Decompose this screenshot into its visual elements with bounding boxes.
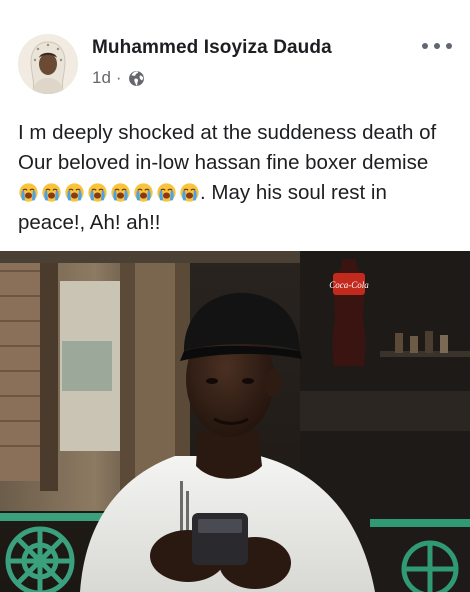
- loudly-crying-face-emoji: [88, 183, 107, 202]
- facebook-post: Muhammed Isoyiza Dauda 1d · I m deeply s…: [0, 0, 470, 592]
- author-avatar[interactable]: [18, 34, 78, 94]
- post-message: I m deeply shocked at the suddeness deat…: [18, 118, 458, 238]
- globe-icon[interactable]: [128, 70, 145, 87]
- loudly-crying-face-emoji: [180, 183, 199, 202]
- photo-image: Coca-Cola: [0, 251, 470, 592]
- loudly-crying-face-emoji: [65, 183, 84, 202]
- post-meta: 1d ·: [92, 68, 145, 88]
- more-dot: [422, 43, 428, 49]
- more-dot: [434, 43, 440, 49]
- coca-cola-label: Coca-Cola: [329, 280, 369, 290]
- loudly-crying-face-emoji: [157, 183, 176, 202]
- loudly-crying-face-emoji: [134, 183, 153, 202]
- loudly-crying-face-emoji: [111, 183, 130, 202]
- post-time[interactable]: 1d: [92, 68, 111, 88]
- crying-emoji-row: [18, 182, 200, 203]
- more-dot: [446, 43, 452, 49]
- more-options-icon[interactable]: [422, 36, 452, 56]
- loudly-crying-face-emoji: [42, 183, 61, 202]
- loudly-crying-face-emoji: [19, 183, 38, 202]
- meta-separator: ·: [115, 68, 122, 87]
- post-text-before: I m deeply shocked at the suddeness deat…: [18, 121, 437, 174]
- avatar-image: [18, 34, 78, 94]
- post-photo[interactable]: Coca-Cola: [0, 251, 470, 592]
- author-name[interactable]: Muhammed Isoyiza Dauda: [92, 37, 332, 59]
